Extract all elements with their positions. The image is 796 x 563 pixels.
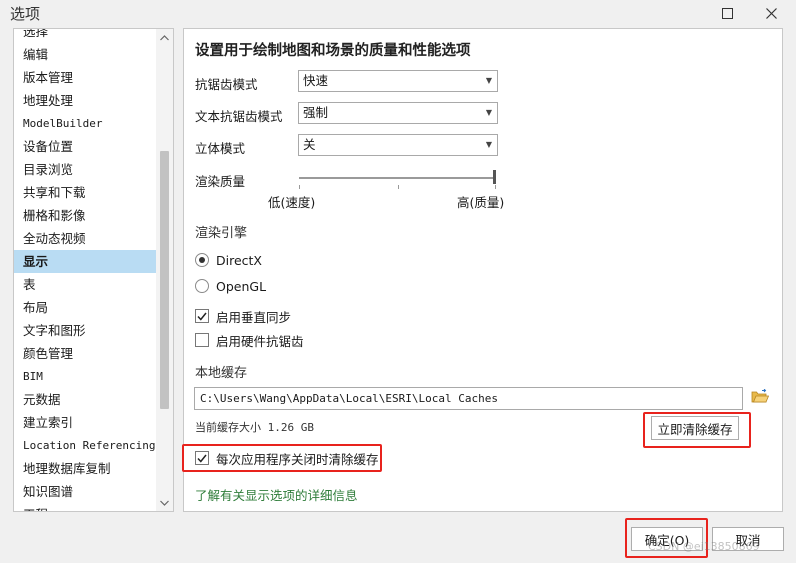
text-antialias-select[interactable]: 强制 ▼ xyxy=(298,102,498,124)
render-quality-slider-track[interactable] xyxy=(299,177,496,179)
scrollbar-thumb[interactable] xyxy=(160,151,169,409)
antialias-label: 抗锯齿模式 xyxy=(195,77,258,92)
nav-item-catalog-browse[interactable]: 目录浏览 xyxy=(14,158,156,181)
nav-item-location-referencing[interactable]: Location Referencing xyxy=(14,434,156,457)
render-quality-slider-thumb[interactable] xyxy=(493,170,496,184)
chevron-up-icon xyxy=(160,34,169,40)
vsync-checkbox[interactable]: 启用垂直同步 xyxy=(195,308,292,325)
clear-cache-button[interactable]: 立即清除缓存 xyxy=(651,416,739,440)
nav-item-edit[interactable]: 编辑 xyxy=(14,43,156,66)
dropdown-arrow-icon: ▼ xyxy=(485,108,492,117)
nav-item-layout[interactable]: 布局 xyxy=(14,296,156,319)
stereo-mode-value: 关 xyxy=(303,137,316,152)
render-engine-title: 渲染引擎 xyxy=(195,226,248,241)
text-antialias-label: 文本抗锯齿模式 xyxy=(195,109,283,124)
browse-folder-button[interactable] xyxy=(751,388,770,407)
nav-item-text-graphics[interactable]: 文字和图形 xyxy=(14,319,156,342)
watermark-text: CSDN @ei13850869 xyxy=(648,540,760,553)
text-antialias-value: 强制 xyxy=(303,105,329,120)
stereo-mode-select[interactable]: 关 ▼ xyxy=(298,134,498,156)
hw-antialias-checkbox[interactable]: 启用硬件抗锯齿 xyxy=(195,332,304,349)
dropdown-arrow-icon: ▼ xyxy=(485,140,492,149)
nav-item-table[interactable]: 表 xyxy=(14,273,156,296)
checkbox-unchecked xyxy=(195,333,209,347)
dropdown-arrow-icon: ▼ xyxy=(485,76,492,85)
stereo-mode-label: 立体模式 xyxy=(195,141,246,156)
clear-on-exit-checkbox[interactable]: 每次应用程序关闭时清除缓存 xyxy=(195,450,379,467)
radio-button xyxy=(195,279,209,293)
nav-item-color-management[interactable]: 颜色管理 xyxy=(14,342,156,365)
nav-scrollbar[interactable] xyxy=(156,29,173,511)
nav-item-select[interactable]: 选择 xyxy=(14,29,156,43)
slider-tick xyxy=(299,185,300,189)
checkmark-icon xyxy=(197,312,207,321)
display-options-panel: 设置用于绘制地图和场景的质量和性能选项 抗锯齿模式 快速 ▼ 文本抗锯齿模式 强… xyxy=(182,28,783,512)
display-options-help-link[interactable]: 了解有关显示选项的详细信息 xyxy=(195,485,358,504)
nav-item-knowledge-graph[interactable]: 知识图谱 xyxy=(14,480,156,503)
cache-size-text: 当前缓存大小 1.26 GB xyxy=(195,421,314,434)
clear-on-exit-label: 每次应用程序关闭时清除缓存 xyxy=(216,451,379,467)
slider-tick xyxy=(398,185,399,189)
nav-item-project[interactable]: 工程 xyxy=(14,503,156,511)
render-quality-high-label: 高(质量) xyxy=(457,195,505,210)
nav-item-geodatabase-replication[interactable]: 地理数据库复制 xyxy=(14,457,156,480)
options-nav-list: 选择 编辑 版本管理 地理处理 ModelBuilder 设备位置 目录浏览 共… xyxy=(13,28,174,512)
directx-label: DirectX xyxy=(216,252,262,268)
close-icon xyxy=(765,7,777,19)
checkbox-checked xyxy=(195,309,209,323)
nav-item-device-location[interactable]: 设备位置 xyxy=(14,135,156,158)
slider-tick xyxy=(495,185,496,189)
radio-directx[interactable]: DirectX xyxy=(195,252,262,268)
title-bar: 选项 xyxy=(0,0,796,26)
cache-path-input[interactable]: C:\Users\Wang\AppData\Local\ESRI\Local C… xyxy=(194,387,743,410)
nav-item-metadata[interactable]: 元数据 xyxy=(14,388,156,411)
radio-button-selected xyxy=(195,253,209,267)
close-button[interactable] xyxy=(748,0,794,26)
panel-heading: 设置用于绘制地图和场景的质量和性能选项 xyxy=(195,43,471,59)
window-title: 选项 xyxy=(10,5,41,23)
antialias-value: 快速 xyxy=(303,73,329,88)
nav-item-indexing[interactable]: 建立索引 xyxy=(14,411,156,434)
nav-item-display[interactable]: 显示 xyxy=(14,250,156,273)
scroll-down-arrow[interactable] xyxy=(156,494,173,511)
opengl-label: OpenGL xyxy=(216,278,267,294)
nav-item-raster-imagery[interactable]: 栅格和影像 xyxy=(14,204,156,227)
nav-item-share-download[interactable]: 共享和下载 xyxy=(14,181,156,204)
checkmark-icon xyxy=(197,454,207,463)
hw-antialias-label: 启用硬件抗锯齿 xyxy=(216,333,304,349)
nav-item-geoprocessing[interactable]: 地理处理 xyxy=(14,89,156,112)
radio-opengl[interactable]: OpenGL xyxy=(195,278,266,294)
nav-item-full-motion-video[interactable]: 全动态视频 xyxy=(14,227,156,250)
checkbox-checked xyxy=(195,451,209,465)
nav-item-bim[interactable]: BIM xyxy=(14,365,156,388)
nav-item-versioning[interactable]: 版本管理 xyxy=(14,66,156,89)
local-cache-title: 本地缓存 xyxy=(195,366,248,381)
chevron-down-icon xyxy=(160,500,169,506)
folder-icon xyxy=(751,388,770,403)
nav-item-modelbuilder[interactable]: ModelBuilder xyxy=(14,112,156,135)
antialias-select[interactable]: 快速 ▼ xyxy=(298,70,498,92)
render-quality-low-label: 低(速度) xyxy=(268,195,316,210)
vsync-label: 启用垂直同步 xyxy=(216,309,292,325)
maximize-button[interactable] xyxy=(704,0,750,26)
maximize-icon xyxy=(721,7,733,19)
render-quality-label: 渲染质量 xyxy=(195,174,246,189)
nav-items: 选择 编辑 版本管理 地理处理 ModelBuilder 设备位置 目录浏览 共… xyxy=(14,29,156,511)
scroll-up-arrow[interactable] xyxy=(156,29,173,46)
